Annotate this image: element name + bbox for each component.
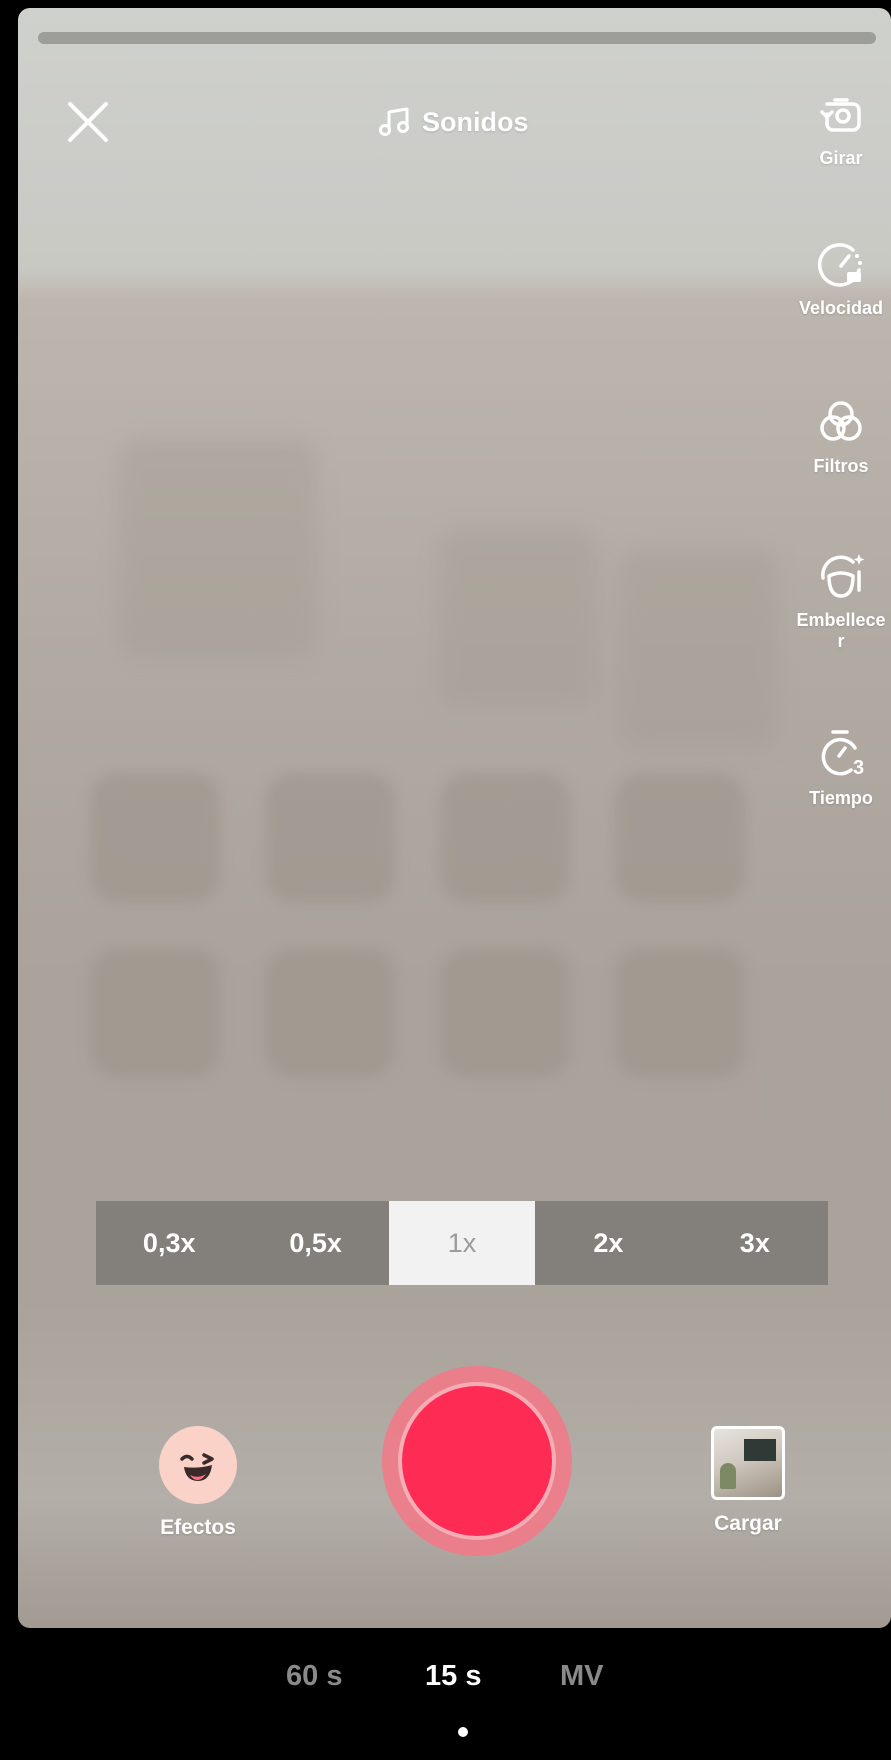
flip-camera-button[interactable]: Girar bbox=[791, 86, 891, 169]
selected-mode-indicator bbox=[458, 1727, 468, 1737]
sounds-label: Sonidos bbox=[422, 106, 529, 137]
flip-camera-icon bbox=[820, 98, 861, 132]
timer-label: Tiempo bbox=[809, 788, 873, 808]
timer-3s-icon: 3 bbox=[821, 730, 864, 779]
winking-face-icon bbox=[159, 1426, 237, 1504]
upload-label: Cargar bbox=[714, 1512, 782, 1535]
recording-progress-bar bbox=[38, 32, 876, 44]
flip-camera-label: Girar bbox=[819, 148, 863, 168]
zoom-option-0-3x[interactable]: 0,3x bbox=[96, 1201, 242, 1285]
beautify-label: Embellecer bbox=[796, 610, 886, 651]
mode-15s[interactable]: 15 s bbox=[425, 1660, 481, 1693]
camera-viewfinder[interactable]: Sonidos Girar Velocidad Filtros Embellec… bbox=[18, 8, 891, 1628]
record-inner-circle bbox=[402, 1386, 552, 1536]
background-blur bbox=[265, 948, 395, 1078]
mode-mv[interactable]: MV bbox=[560, 1660, 604, 1693]
background-blur bbox=[615, 948, 745, 1078]
zoom-option-0-5x[interactable]: 0,5x bbox=[242, 1201, 388, 1285]
background-blur bbox=[618, 548, 778, 748]
gallery-thumbnail-icon bbox=[711, 1426, 785, 1500]
zoom-option-2x[interactable]: 2x bbox=[535, 1201, 681, 1285]
speed-gauge-icon bbox=[817, 243, 862, 287]
background-blur bbox=[438, 528, 598, 708]
speed-button[interactable]: Velocidad bbox=[791, 236, 891, 319]
svg-text:3: 3 bbox=[853, 757, 864, 779]
close-button[interactable] bbox=[58, 92, 118, 152]
background-blur bbox=[440, 773, 570, 903]
mode-selector: 60 s 15 s MV bbox=[0, 1660, 891, 1730]
zoom-selector: 0,3x 0,5x 1x 2x 3x bbox=[96, 1201, 828, 1285]
music-note-icon bbox=[379, 107, 409, 136]
filters-button[interactable]: Filtros bbox=[791, 394, 891, 477]
timer-button[interactable]: 3 Tiempo bbox=[791, 726, 891, 809]
background-blur bbox=[615, 773, 745, 903]
beautify-button[interactable]: Embellecer bbox=[791, 548, 891, 652]
upload-button[interactable]: Cargar bbox=[688, 1426, 808, 1536]
beautify-face-icon bbox=[821, 554, 865, 598]
close-x-icon bbox=[68, 102, 108, 142]
speed-label: Velocidad bbox=[798, 298, 884, 318]
background-blur bbox=[90, 948, 220, 1078]
zoom-option-3x[interactable]: 3x bbox=[682, 1201, 828, 1285]
filters-label: Filtros bbox=[813, 456, 869, 476]
background-blur bbox=[118, 438, 318, 658]
mode-60s[interactable]: 60 s bbox=[286, 1660, 342, 1693]
phone-frame: Sonidos Girar Velocidad Filtros Embellec… bbox=[0, 0, 891, 1760]
background-blur bbox=[265, 773, 395, 903]
effects-button[interactable]: Efectos bbox=[138, 1426, 258, 1540]
background-blur bbox=[90, 773, 220, 903]
effects-label: Efectos bbox=[160, 1516, 236, 1539]
zoom-option-1x[interactable]: 1x bbox=[388, 1201, 536, 1285]
sounds-button[interactable]: Sonidos bbox=[378, 102, 529, 142]
camera-screen: Sonidos Girar Velocidad Filtros Embellec… bbox=[0, 0, 891, 1760]
record-button[interactable] bbox=[382, 1366, 572, 1556]
filters-circles-icon bbox=[820, 401, 862, 441]
background-blur bbox=[440, 948, 570, 1078]
